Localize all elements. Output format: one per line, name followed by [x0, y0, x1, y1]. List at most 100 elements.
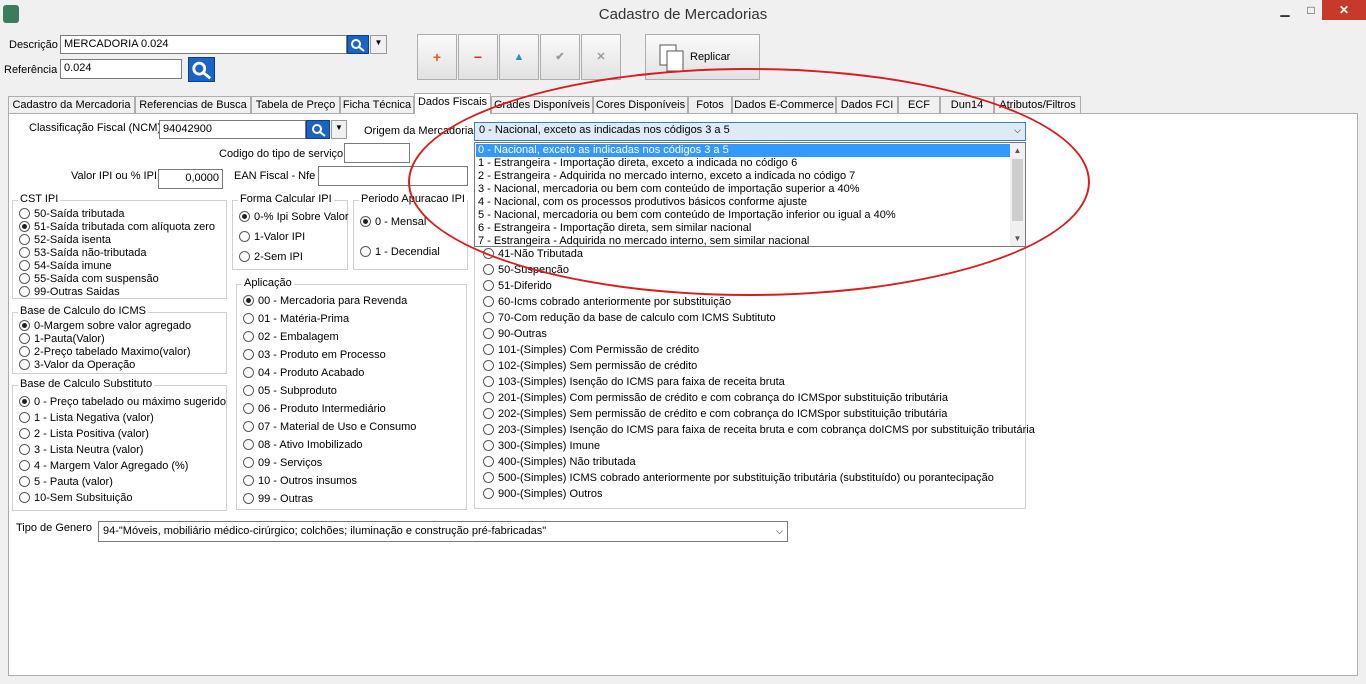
periodo-ipi-option[interactable]: 1 - Decendial: [360, 246, 440, 259]
descricao-search-button[interactable]: [347, 35, 369, 54]
cst-icms-option[interactable]: 202-(Simples) Sem permissão de crédito e…: [483, 408, 947, 421]
confirm-button[interactable]: ✔: [540, 34, 580, 80]
tab-dados-ecommerce[interactable]: Dados E-Commerce: [732, 96, 836, 113]
origem-option[interactable]: 6 - Estrangeira - Importação direta, sem…: [476, 222, 1010, 235]
tab-fotos[interactable]: Fotos: [688, 96, 732, 113]
cst-icms-option[interactable]: 51-Diferido: [483, 280, 552, 293]
cst-icms-option[interactable]: 60-Icms cobrado anteriormente por substi…: [483, 296, 731, 309]
maximize-button[interactable]: □: [1298, 0, 1324, 20]
forma-ipi-option[interactable]: 2-Sem IPI: [239, 251, 303, 264]
origem-option[interactable]: 2 - Estrangeira - Adquirida no mercado i…: [476, 170, 1010, 183]
cst-icms-option[interactable]: 400-(Simples) Não tributada: [483, 456, 636, 469]
cst-icms-option[interactable]: 101-(Simples) Com Permissão de crédito: [483, 344, 699, 357]
forma-ipi-option[interactable]: 1-Valor IPI: [239, 231, 305, 244]
aplicacao-option[interactable]: 01 - Matéria-Prima: [243, 313, 349, 326]
cancel-button[interactable]: ✕: [581, 34, 621, 80]
origem-option[interactable]: 1 - Estrangeira - Importação direta, exc…: [476, 157, 1010, 170]
genero-select[interactable]: 94-"Móveis, mobiliário médico-cirúrgico;…: [98, 521, 788, 542]
descricao-dropdown-button[interactable]: ▼: [370, 35, 387, 54]
tab-grades-disponiveis[interactable]: Grades Disponíveis: [491, 96, 593, 113]
aplicacao-option[interactable]: 03 - Produto em Processo: [243, 349, 386, 362]
cst-ipi-option[interactable]: 53-Saída não-tributada: [19, 247, 147, 260]
descricao-input[interactable]: MERCADORIA 0.024: [60, 35, 347, 54]
base-subst-option[interactable]: 10-Sem Subsituição: [19, 492, 132, 505]
aplicacao-option[interactable]: 08 - Ativo Imobilizado: [243, 439, 363, 452]
scroll-up-icon[interactable]: ▲: [1010, 143, 1025, 158]
scroll-down-icon[interactable]: ▼: [1010, 231, 1025, 246]
base-icms-option[interactable]: 3-Valor da Operação: [19, 359, 135, 372]
base-icms-option[interactable]: 1-Pauta(Valor): [19, 333, 105, 346]
ncm-input[interactable]: 94042900: [159, 120, 306, 139]
tab-dados-fci[interactable]: Dados FCI: [836, 96, 898, 113]
cst-icms-option[interactable]: 203-(Simples) Isenção do ICMS para faixa…: [483, 424, 1035, 437]
aplicacao-option[interactable]: 07 - Material de Uso e Consumo: [243, 421, 416, 434]
tab-ficha-tecnica[interactable]: Ficha Técnica: [340, 96, 414, 113]
aplicacao-option[interactable]: 04 - Produto Acabado: [243, 367, 364, 380]
origem-option[interactable]: 3 - Nacional, mercadoria ou bem com cont…: [476, 183, 1010, 196]
base-subst-option[interactable]: 5 - Pauta (valor): [19, 476, 113, 489]
tab-referencias-busca[interactable]: Referencias de Busca: [135, 96, 251, 113]
tab-atributos-filtros[interactable]: Atributos/Filtros: [994, 96, 1081, 113]
periodo-ipi-option[interactable]: 0 - Mensal: [360, 216, 426, 229]
tab-cores-disponiveis[interactable]: Cores Disponíveis: [593, 96, 688, 113]
aplicacao-option[interactable]: 00 - Mercadoria para Revenda: [243, 295, 407, 308]
referencia-input[interactable]: 0.024: [60, 59, 182, 79]
cst-icms-option[interactable]: 500-(Simples) ICMS cobrado anteriormente…: [483, 472, 994, 485]
cst-icms-option[interactable]: 41-Não Tributada: [483, 248, 583, 261]
cst-ipi-option[interactable]: 51-Saída tributada com alíquota zero: [19, 221, 215, 234]
move-up-button[interactable]: ▲: [499, 34, 539, 80]
cst-icms-option[interactable]: 103-(Simples) Isenção do ICMS para faixa…: [483, 376, 785, 389]
tab-dun14[interactable]: Dun14: [940, 96, 994, 113]
base-subst-option[interactable]: 1 - Lista Negativa (valor): [19, 412, 154, 425]
aplicacao-option[interactable]: 02 - Embalagem: [243, 331, 339, 344]
base-icms-group: Base de Calculo do ICMS 0-Margem sobre v…: [12, 305, 227, 374]
ean-input[interactable]: [318, 166, 468, 186]
forma-ipi-option[interactable]: 0-% Ipi Sobre Valor: [239, 211, 349, 224]
cst-ipi-option[interactable]: 55-Saída com suspensão: [19, 273, 159, 286]
origem-select[interactable]: 0 - Nacional, exceto as indicadas nos có…: [474, 122, 1026, 141]
aplicacao-option[interactable]: 09 - Serviços: [243, 457, 322, 470]
origem-option[interactable]: 4 - Nacional, com os processos produtivo…: [476, 196, 1010, 209]
origem-option[interactable]: 5 - Nacional, mercadoria ou bem com cont…: [476, 209, 1010, 222]
add-button[interactable]: +: [417, 34, 457, 80]
ncm-search-button[interactable]: [306, 120, 330, 139]
tab-dados-fiscais[interactable]: Dados Fiscais: [414, 93, 491, 114]
origem-option[interactable]: 0 - Nacional, exceto as indicadas nos có…: [476, 144, 1010, 157]
minimize-button[interactable]: ▁: [1272, 0, 1298, 20]
aplicacao-option[interactable]: 10 - Outros insumos: [243, 475, 357, 488]
aplicacao-option[interactable]: 06 - Produto Intermediário: [243, 403, 386, 416]
origem-scrollbar[interactable]: ▲ ▼: [1010, 143, 1025, 246]
close-button[interactable]: ✕: [1322, 0, 1366, 20]
tab-tabela-preco[interactable]: Tabela de Preço: [251, 96, 340, 113]
replicar-button[interactable]: Replicar: [645, 34, 760, 80]
ncm-dropdown-button[interactable]: ▼: [331, 120, 347, 139]
cst-icms-option[interactable]: 90-Outras: [483, 328, 547, 341]
base-icms-option[interactable]: 0-Margem sobre valor agregado: [19, 320, 191, 333]
cst-icms-option[interactable]: 50-Suspenção: [483, 264, 569, 277]
cst-ipi-option[interactable]: 99-Outras Saidas: [19, 286, 120, 299]
referencia-search-button[interactable]: [188, 57, 215, 82]
base-icms-option[interactable]: 2-Preço tabelado Maximo(valor): [19, 346, 191, 359]
cst-icms-option[interactable]: 300-(Simples) Imune: [483, 440, 600, 453]
aplicacao-option[interactable]: 05 - Subproduto: [243, 385, 337, 398]
tab-ecf[interactable]: ECF: [898, 96, 940, 113]
cst-ipi-option[interactable]: 50-Saída tributada: [19, 208, 125, 221]
base-subst-option[interactable]: 4 - Margem Valor Agregado (%): [19, 460, 188, 473]
cst-icms-option[interactable]: 70-Com redução da base de calculo com IC…: [483, 312, 776, 325]
tab-cadastro-mercadoria[interactable]: Cadastro da Mercadoria: [8, 96, 135, 113]
cst-icms-option[interactable]: 900-(Simples) Outros: [483, 488, 603, 501]
base-subst-option[interactable]: 0 - Preço tabelado ou máximo sugerido: [19, 396, 226, 409]
cst-icms-option[interactable]: 102-(Simples) Sem permissão de crédito: [483, 360, 697, 373]
cst-ipi-option[interactable]: 52-Saída isenta: [19, 234, 111, 247]
ipi-input[interactable]: 0,0000: [158, 169, 223, 189]
window-title: Cadastro de Mercadorias: [598, 6, 768, 23]
servico-input[interactable]: [344, 143, 410, 163]
aplicacao-option[interactable]: 99 - Outras: [243, 493, 313, 506]
scroll-thumb[interactable]: [1012, 159, 1023, 221]
cst-icms-option[interactable]: 201-(Simples) Com permissão de crédito e…: [483, 392, 948, 405]
cst-ipi-option[interactable]: 54-Saída imune: [19, 260, 112, 273]
origem-option[interactable]: 7 - Estrangeira - Adquirida no mercado i…: [476, 235, 1010, 246]
remove-button[interactable]: −: [458, 34, 498, 80]
base-subst-option[interactable]: 3 - Lista Neutra (valor): [19, 444, 143, 457]
base-subst-option[interactable]: 2 - Lista Positiva (valor): [19, 428, 149, 441]
